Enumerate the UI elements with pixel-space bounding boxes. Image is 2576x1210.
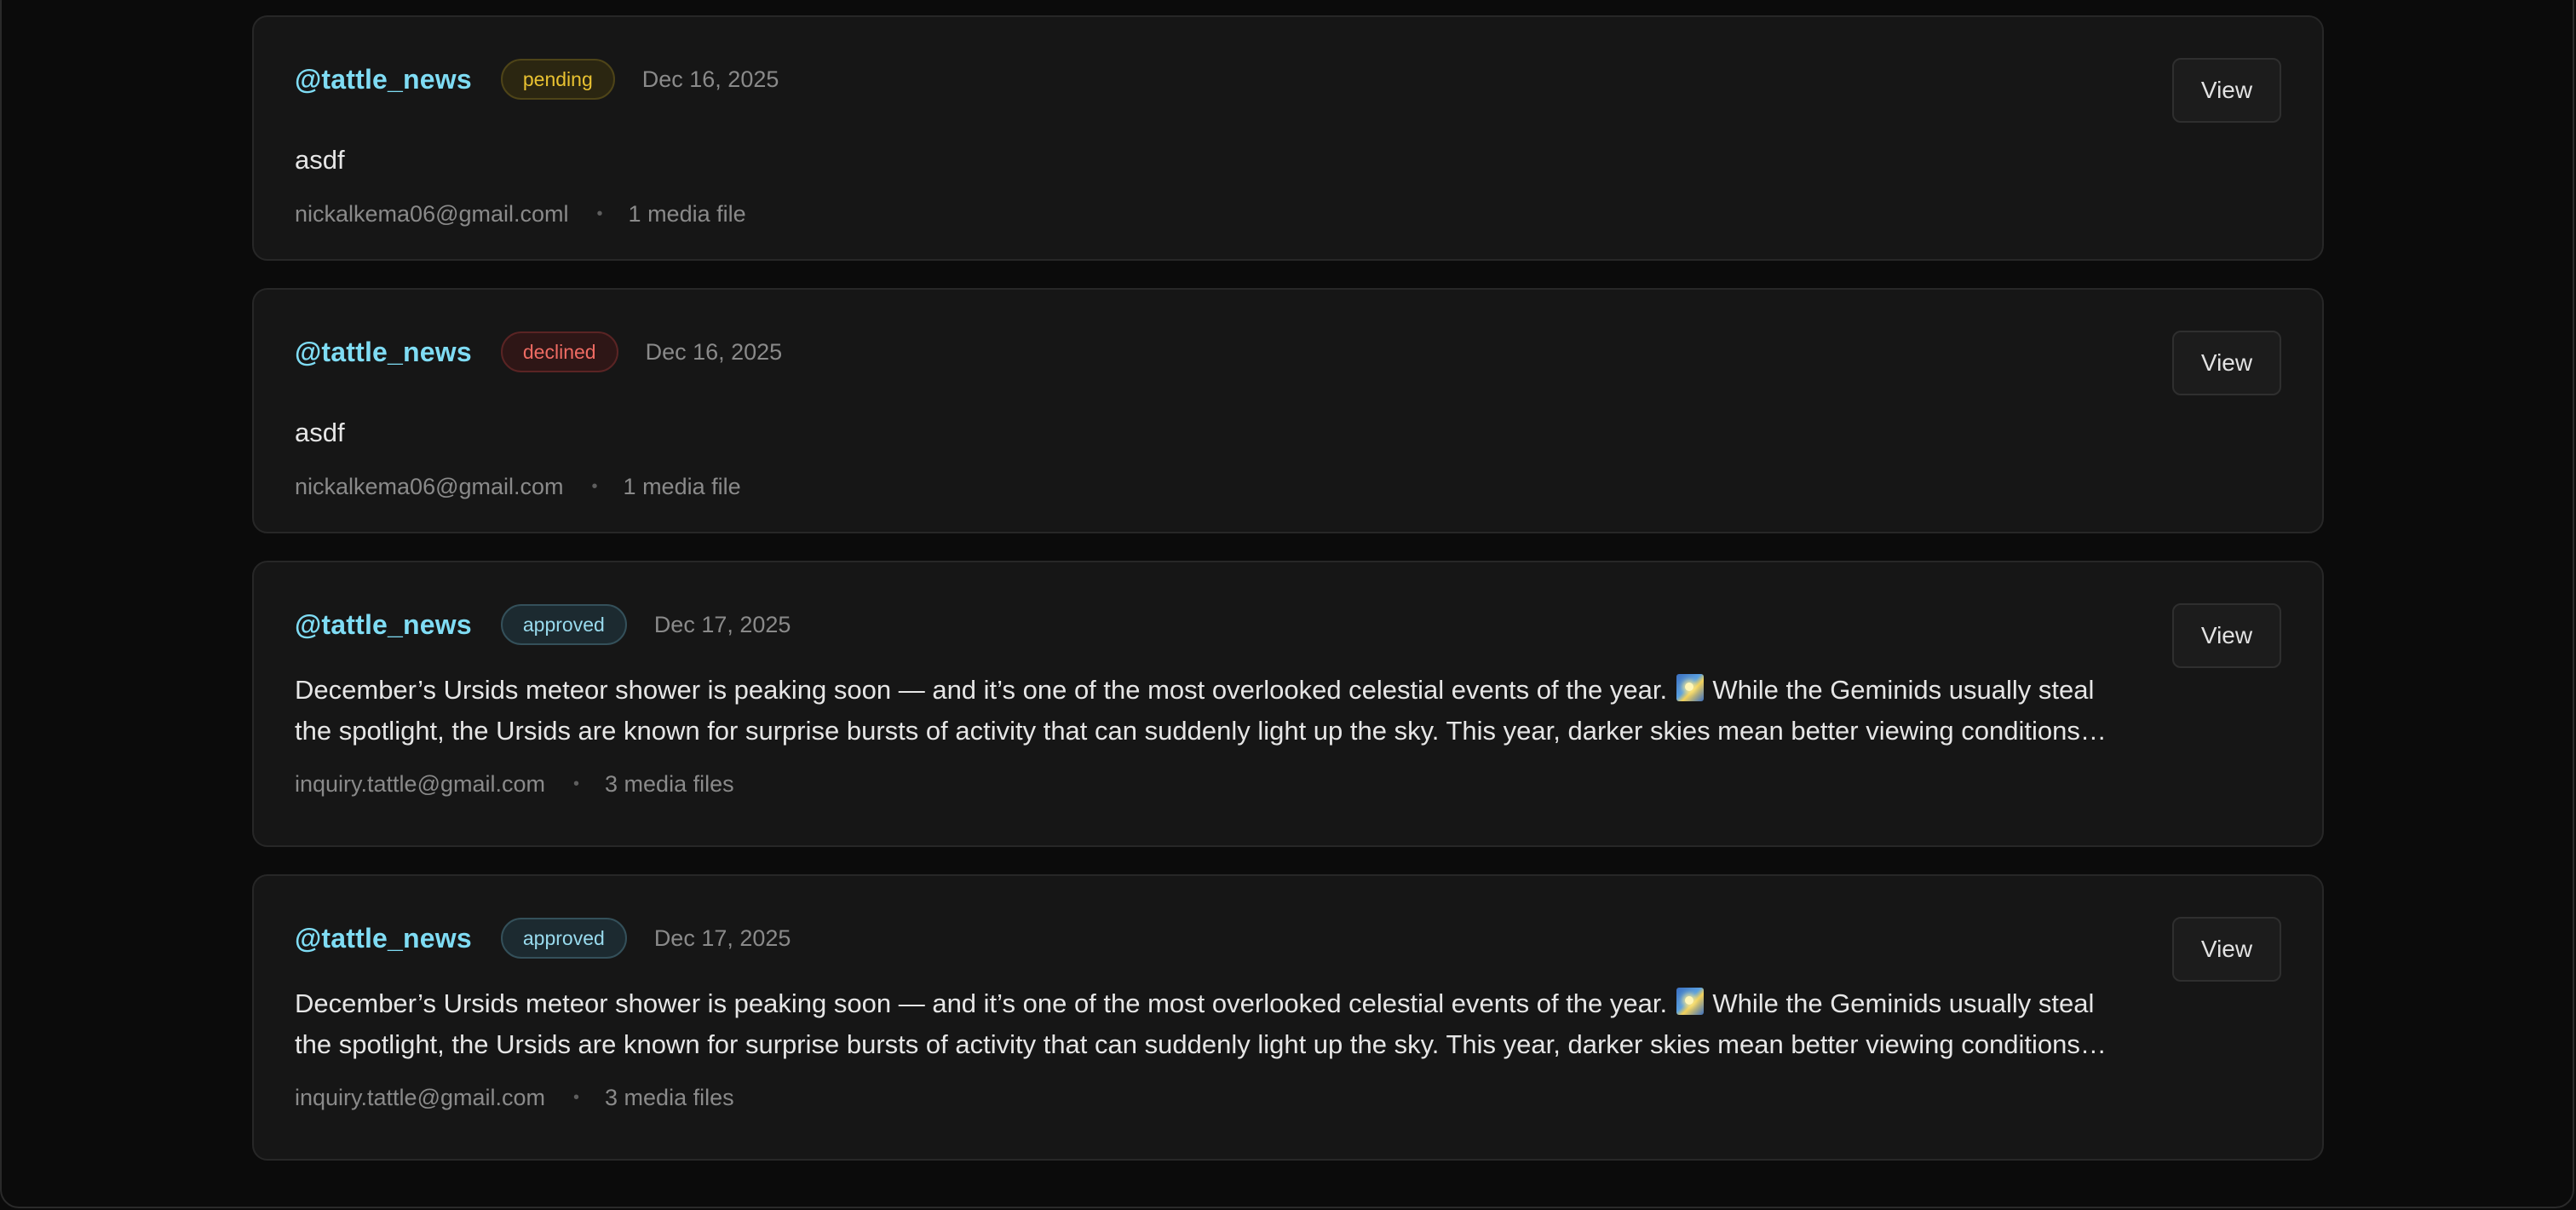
submitter-email: inquiry.tattle@gmail.com bbox=[295, 771, 546, 797]
submission-footer: nickalkema06@gmail.com • 1 media file bbox=[295, 474, 741, 500]
submission-card[interactable]: @tattle_news pending Dec 16, 2025 asdf n… bbox=[252, 15, 2324, 261]
shooting-star-night-sky-icon bbox=[1676, 988, 1704, 1015]
submission-date: Dec 17, 2025 bbox=[653, 925, 791, 951]
submission-text: asdf bbox=[295, 418, 345, 447]
submission-date: Dec 17, 2025 bbox=[653, 611, 791, 637]
submission-date: Dec 16, 2025 bbox=[645, 338, 783, 365]
submission-footer: nickalkema06@gmail.coml • 1 media file bbox=[295, 201, 746, 228]
view-button[interactable]: View bbox=[2172, 331, 2281, 395]
submission-text-start: December’s Ursids meteor shower is peaki… bbox=[295, 675, 1668, 705]
submission-card[interactable]: @tattle_news approved Dec 17, 2025 Decem… bbox=[252, 874, 2324, 1161]
submitter-email: inquiry.tattle@gmail.com bbox=[295, 1085, 546, 1110]
account-handle[interactable]: @tattle_news bbox=[295, 64, 472, 95]
separator-dot: • bbox=[573, 1088, 580, 1107]
account-handle[interactable]: @tattle_news bbox=[295, 609, 472, 641]
account-handle[interactable]: @tattle_news bbox=[295, 337, 472, 368]
status-badge: declined bbox=[500, 331, 618, 372]
submission-meta: @tattle_news approved Dec 17, 2025 bbox=[295, 917, 791, 959]
submitter-email: nickalkema06@gmail.coml bbox=[295, 201, 569, 227]
shooting-star-night-sky-icon bbox=[1676, 674, 1704, 701]
submitter-email: nickalkema06@gmail.com bbox=[295, 474, 564, 499]
status-badge: approved bbox=[500, 918, 627, 959]
view-button[interactable]: View bbox=[2172, 917, 2281, 982]
status-badge: pending bbox=[500, 59, 615, 100]
submission-text-start: December’s Ursids meteor shower is peaki… bbox=[295, 988, 1668, 1018]
submission-meta: @tattle_news pending Dec 16, 2025 bbox=[295, 58, 779, 101]
status-badge: approved bbox=[500, 604, 627, 645]
submission-card[interactable]: @tattle_news declined Dec 16, 2025 asdf … bbox=[252, 288, 2324, 533]
submission-meta: @tattle_news approved Dec 17, 2025 bbox=[295, 603, 791, 646]
view-button[interactable]: View bbox=[2172, 58, 2281, 123]
submission-text: December’s Ursids meteor shower is peaki… bbox=[295, 983, 2109, 1065]
submission-meta: @tattle_news declined Dec 16, 2025 bbox=[295, 331, 782, 373]
submission-footer: inquiry.tattle@gmail.com • 3 media files bbox=[295, 771, 734, 798]
view-button[interactable]: View bbox=[2172, 603, 2281, 668]
separator-dot: • bbox=[596, 205, 603, 223]
submission-date: Dec 16, 2025 bbox=[641, 66, 779, 92]
submission-text: asdf bbox=[295, 145, 345, 175]
media-count: 1 media file bbox=[628, 201, 746, 227]
submission-card[interactable]: @tattle_news approved Dec 17, 2025 Decem… bbox=[252, 561, 2324, 847]
submission-footer: inquiry.tattle@gmail.com • 3 media files bbox=[295, 1085, 734, 1111]
media-count: 3 media files bbox=[605, 1085, 734, 1110]
separator-dot: • bbox=[573, 775, 580, 793]
media-count: 1 media file bbox=[623, 474, 741, 499]
media-count: 3 media files bbox=[605, 771, 734, 797]
submission-text: December’s Ursids meteor shower is peaki… bbox=[295, 670, 2109, 752]
separator-dot: • bbox=[591, 477, 598, 496]
account-handle[interactable]: @tattle_news bbox=[295, 923, 472, 954]
